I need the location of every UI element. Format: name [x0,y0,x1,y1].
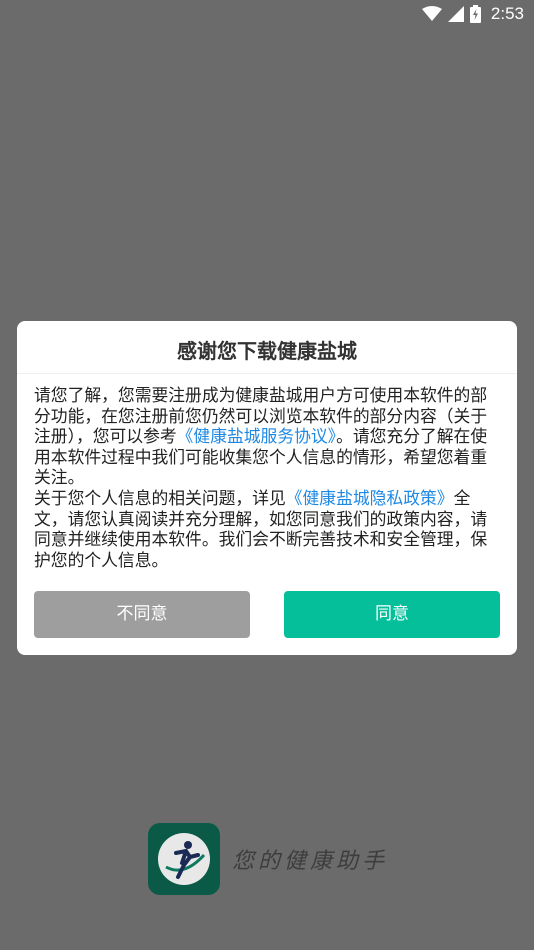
splash-slogan: 您的健康助手 [232,849,389,874]
battery-icon [469,5,481,23]
consent-paragraph-2: 关于您个人信息的相关问题，详见《健康盐城隐私政策》全文，请您认真阅读并充分理解，… [34,488,502,570]
agree-button[interactable]: 同意 [284,591,500,638]
status-icons: 2:53 [421,3,524,25]
splash-branding: 您的健康助手 [148,823,398,895]
consent-text-2a: 关于您个人信息的相关问题，详见 [34,487,286,508]
consent-paragraph-1: 请您了解，您需要注册成为健康盐城用户方可使用本软件的部分功能，在您注册前您仍然可… [34,385,502,488]
consent-dialog: 感谢您下载健康盐城 请您了解，您需要注册成为健康盐城用户方可使用本软件的部分功能… [17,321,517,655]
dialog-body: 请您了解，您需要注册成为健康盐城用户方可使用本软件的部分功能，在您注册前您仍然可… [34,385,502,570]
disagree-button[interactable]: 不同意 [34,591,250,638]
status-time: 2:53 [490,4,524,23]
wifi-icon [421,6,442,21]
service-agreement-link[interactable]: 《健康盐城服务协议》 [177,426,336,446]
privacy-policy-link[interactable]: 《健康盐城隐私政策》 [286,488,454,508]
health-runner-logo-icon [148,823,220,895]
dialog-divider [17,373,517,374]
cell-signal-icon [447,6,464,22]
dialog-title: 感谢您下载健康盐城 [177,339,357,363]
status-bar: 2:53 [0,0,534,28]
